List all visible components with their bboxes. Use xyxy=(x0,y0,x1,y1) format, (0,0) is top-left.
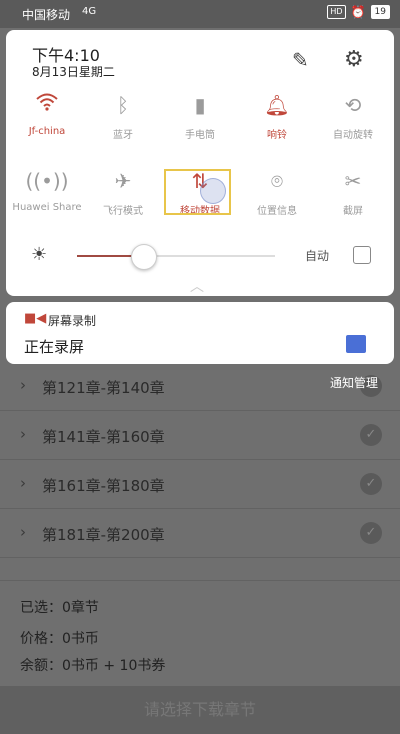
hd-badge: HD xyxy=(327,5,346,19)
tile-label: 手电筒 xyxy=(185,130,215,141)
chevron-right-icon: › xyxy=(20,425,26,443)
airplane-icon: ✈ xyxy=(114,169,132,193)
chapter-label: 第161章-第180章 xyxy=(42,477,165,495)
bluetooth-icon: ᛒ xyxy=(117,93,129,117)
tile-auto-rotate[interactable]: ⟲ 自动旋转 xyxy=(314,90,392,158)
status-bar: 中国移动 4G HD ⏰ 19 xyxy=(0,0,400,28)
tile-label: Huawei Share xyxy=(12,202,82,213)
battery-level: 19 xyxy=(370,5,390,19)
tile-label: 飞行模式 xyxy=(103,206,143,217)
chevron-right-icon: › xyxy=(20,474,26,492)
flashlight-icon: ▮ xyxy=(194,93,206,117)
check-icon[interactable]: ✓ xyxy=(360,522,382,544)
bell-icon: 🔔︎ xyxy=(264,93,290,117)
screenshot-icon: ✂ xyxy=(344,169,362,193)
check-icon[interactable]: ✓ xyxy=(360,424,382,446)
brightness-icon: ☀ xyxy=(31,244,48,265)
chevron-right-icon: › xyxy=(20,523,26,541)
touch-indicator xyxy=(200,178,226,204)
chapter-row[interactable]: › 第181章-第200章 ✓ xyxy=(0,509,400,558)
download-button[interactable]: 请选择下载章节 xyxy=(0,686,400,734)
price-label: 价格：0书币 xyxy=(20,631,99,647)
location-icon: ⌾ xyxy=(271,169,283,193)
tile-label: 蓝牙 xyxy=(113,130,133,141)
tile-airplane[interactable]: ✈ 飞行模式 xyxy=(84,166,162,234)
edit-icon[interactable]: ✎ xyxy=(292,48,309,72)
brightness-slider[interactable] xyxy=(77,255,275,257)
signal-label: 4G xyxy=(82,6,97,17)
tile-ring[interactable]: 🔔︎ 响铃 xyxy=(238,90,316,158)
tile-label: 位置信息 xyxy=(257,206,297,217)
chapter-list: › 第121章-第140章 ✓ › 第141章-第160章 ✓ › 第161章-… xyxy=(0,362,400,558)
tile-wifi[interactable]: Jf-china xyxy=(8,90,86,158)
chapter-row[interactable]: › 第141章-第160章 ✓ xyxy=(0,411,400,460)
selected-count: 已选：0章节 xyxy=(20,600,99,616)
alarm-icon: ⏰ xyxy=(350,5,366,19)
tile-label: 自动旋转 xyxy=(333,130,373,141)
tile-screenshot[interactable]: ✂ 截屏 xyxy=(314,166,392,234)
chapter-label: 第141章-第160章 xyxy=(42,428,165,446)
chapter-label: 第181章-第200章 xyxy=(42,526,165,544)
auto-brightness-label: 自动 xyxy=(305,249,330,263)
tile-label: 截屏 xyxy=(343,206,363,217)
carrier-label: 中国移动 xyxy=(22,8,71,22)
brightness-knob[interactable] xyxy=(131,244,158,270)
quick-settings-panel: 下午4:10 8月13日星期二 ✎ ⚙ Jf-china ᛒ 蓝牙 ▮ 手电筒 … xyxy=(6,30,394,296)
tile-huawei-share[interactable]: ((•)) Huawei Share xyxy=(8,166,86,234)
stop-recording-button[interactable] xyxy=(346,335,366,353)
purchase-summary: 已选：0章节 价格：0书币 余额：0书币 + 10书券 xyxy=(0,580,400,680)
date-label: 8月13日星期二 xyxy=(32,65,115,79)
tile-label: 响铃 xyxy=(267,130,287,141)
gear-icon[interactable]: ⚙ xyxy=(344,47,364,72)
tile-bluetooth[interactable]: ᛒ 蓝牙 xyxy=(84,90,162,158)
check-icon[interactable]: ✓ xyxy=(360,473,382,495)
auto-brightness-checkbox[interactable] xyxy=(353,246,371,264)
chevron-right-icon: › xyxy=(20,376,26,394)
balance-label: 余额：0书币 + 10书券 xyxy=(20,658,166,674)
notification-text: 正在录屏 xyxy=(24,338,85,356)
share-icon: ((•)) xyxy=(25,169,69,193)
wifi-icon xyxy=(8,90,86,120)
notification-manage-link[interactable]: 通知管理 xyxy=(330,374,378,391)
video-camera-icon: ■◀ xyxy=(24,311,47,326)
tile-location[interactable]: ⌾ 位置信息 xyxy=(238,166,316,234)
tile-label: Jf-china xyxy=(28,126,66,137)
screen-record-notification[interactable]: ■◀ 屏幕录制 正在录屏 xyxy=(6,302,394,364)
chevron-up-icon[interactable]: ︿ xyxy=(190,276,204,296)
notification-app-name: 屏幕录制 xyxy=(48,314,97,328)
tile-flashlight[interactable]: ▮ 手电筒 xyxy=(161,90,239,158)
chapter-label: 第121章-第140章 xyxy=(42,379,165,397)
rotate-icon: ⟲ xyxy=(344,93,362,117)
chapter-row[interactable]: › 第161章-第180章 ✓ xyxy=(0,460,400,509)
